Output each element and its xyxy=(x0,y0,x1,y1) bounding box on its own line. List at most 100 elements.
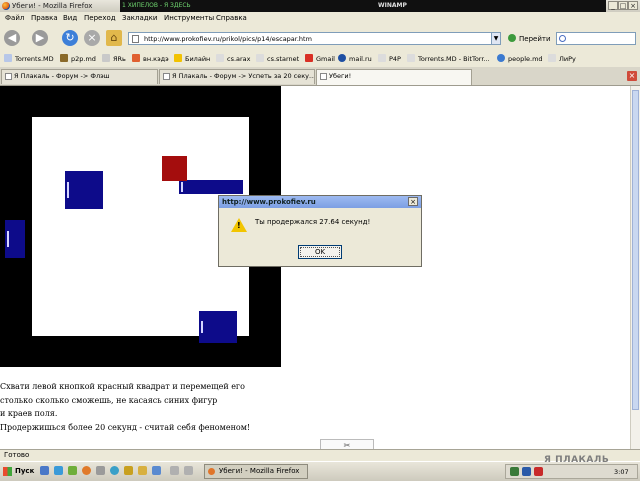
tray-clock: 3:07 xyxy=(614,468,629,476)
tab-strip: Я Плакаль - Форум -> Флэш Я Плакаль - Фо… xyxy=(0,67,640,86)
quicklaunch-app-icon[interactable] xyxy=(96,466,105,475)
instruction-line: Продержишься более 20 секунд - считай се… xyxy=(0,422,251,432)
ok-button[interactable]: OK xyxy=(298,245,342,259)
firefox-icon xyxy=(208,468,215,475)
page-content: Схвати левой кнопкой красный квадрат и п… xyxy=(0,86,630,449)
quicklaunch-app-icon[interactable] xyxy=(68,466,77,475)
stop-icon: × xyxy=(87,31,97,44)
scrollbar-thumb[interactable] xyxy=(632,90,639,410)
system-tray: 3:07 xyxy=(505,464,638,479)
menu-file[interactable]: Файл xyxy=(5,12,24,25)
tray-icon[interactable] xyxy=(534,467,543,476)
quicklaunch-app-icon[interactable] xyxy=(184,466,193,475)
home-button[interactable]: ⌂ xyxy=(106,30,122,46)
menu-edit[interactable]: Правка xyxy=(31,12,58,25)
instruction-line: и краев поля. xyxy=(0,409,58,418)
tab-forum-flash[interactable]: Я Плакаль - Форум -> Флэш xyxy=(1,69,158,84)
overlay-player-name: WINAMP xyxy=(378,2,407,9)
blue-bar-top-right xyxy=(179,180,243,194)
tab-escape[interactable]: Убеги! xyxy=(316,69,472,85)
navigation-toolbar: ◀ ▶ ↻ × ⌂ http://www.prokofiev.ru/prikol… xyxy=(0,25,640,53)
menu-bookmarks[interactable]: Закладки xyxy=(122,12,157,25)
bookmark-cs-arax[interactable]: cs.arax xyxy=(216,52,251,67)
reload-button[interactable]: ↻ xyxy=(62,30,78,46)
menu-go[interactable]: Переход xyxy=(84,12,116,25)
quicklaunch-firefox-icon[interactable] xyxy=(82,466,91,475)
bookmark-liru[interactable]: ЛиРу xyxy=(548,52,576,67)
bookmark-torrents-md[interactable]: Torrents.MD xyxy=(4,52,54,67)
blue-square-bottom-right xyxy=(199,311,237,343)
taskbar-item-label: Убеги! - Mozilla Firefox xyxy=(219,467,300,475)
start-label: Пуск xyxy=(15,467,35,475)
red-square-player[interactable] xyxy=(162,156,187,181)
bookmark-cs-starnet[interactable]: cs.starnet xyxy=(256,52,299,67)
quicklaunch-desktop-icon[interactable] xyxy=(40,466,49,475)
alert-message: Ты продержался 27.64 секунд! xyxy=(255,218,371,226)
alert-title: http://www.prokofiev.ru xyxy=(222,198,316,206)
alert-title-bar[interactable]: http://www.prokofiev.ru xyxy=(219,196,421,208)
menu-help[interactable]: Справка xyxy=(216,12,247,25)
go-label: Перейти xyxy=(519,35,551,43)
quicklaunch-app-icon[interactable] xyxy=(152,466,161,475)
url-bar[interactable]: http://www.prokofiev.ru/prikol/pics/p14/… xyxy=(128,32,492,45)
warning-icon: ! xyxy=(231,218,247,232)
alert-close-button[interactable]: × xyxy=(408,197,418,206)
minimize-button[interactable]: _ xyxy=(608,1,618,10)
forward-button[interactable]: ▶ xyxy=(32,30,48,46)
go-arrow-icon xyxy=(508,34,516,42)
quicklaunch-ie-icon[interactable] xyxy=(54,466,63,475)
people-icon xyxy=(497,54,505,62)
site-watermark: Я ПЛАКАЛЬ xyxy=(544,455,610,465)
partial-image: ✂ xyxy=(320,439,374,449)
vertical-scrollbar[interactable] xyxy=(630,86,640,449)
page-icon xyxy=(407,54,415,62)
bookmark-mail-ru[interactable]: mail.ru xyxy=(338,52,372,67)
bookmark-p2p-md[interactable]: p2p.md xyxy=(60,52,96,67)
alert-dialog: http://www.prokofiev.ru × ! Ты продержал… xyxy=(218,195,422,267)
page-icon xyxy=(132,35,139,43)
bookmark-yarb[interactable]: ЯRь xyxy=(102,52,126,67)
menu-tools[interactable]: Инструменты xyxy=(164,12,214,25)
quicklaunch-globe-icon[interactable] xyxy=(110,466,119,475)
close-tab-button[interactable]: × xyxy=(627,71,637,81)
taskbar-item-firefox[interactable]: Убеги! - Mozilla Firefox xyxy=(204,464,308,479)
page-icon xyxy=(102,54,110,62)
firefox-icon xyxy=(2,2,10,10)
blue-square-top-left xyxy=(65,171,103,209)
bookmark-p4p[interactable]: P4P xyxy=(378,52,401,67)
game-instructions: Схвати левой кнопкой красный квадрат и п… xyxy=(0,380,330,434)
stop-button[interactable]: × xyxy=(84,30,100,46)
arrow-right-icon: ▶ xyxy=(35,31,45,44)
arrow-left-icon: ◀ xyxy=(7,31,17,44)
tray-icon[interactable] xyxy=(522,467,531,476)
back-button[interactable]: ◀ xyxy=(4,30,20,46)
url-dropdown-button[interactable]: ▼ xyxy=(491,32,501,45)
windows-logo-icon xyxy=(3,467,12,476)
status-text: Готово xyxy=(4,451,30,459)
search-input[interactable] xyxy=(556,32,636,45)
go-button[interactable]: Перейти xyxy=(508,33,551,45)
quicklaunch-folder-icon[interactable] xyxy=(124,466,133,475)
url-text: http://www.prokofiev.ru/prikol/pics/p14/… xyxy=(144,35,312,43)
scissors-icon: ✂ xyxy=(343,441,351,449)
page-icon xyxy=(256,54,264,62)
bookmark-gmail[interactable]: Gmail xyxy=(305,52,335,67)
page-icon xyxy=(4,54,12,62)
tab-forum-20-seconds[interactable]: Я Плакаль - Форум -> Успеть за 20 секу..… xyxy=(159,69,315,84)
menu-bar: Файл Правка Вид Переход Закладки Инструм… xyxy=(0,12,640,25)
home-icon: ⌂ xyxy=(110,31,118,44)
bookmark-torrents-md-bittorrent[interactable]: Torrents.MD - BitTorr... xyxy=(407,52,490,67)
close-icon: × xyxy=(628,71,636,80)
close-window-button[interactable]: × xyxy=(628,1,638,10)
quicklaunch-folder-icon[interactable] xyxy=(138,466,147,475)
bookmark-vn-kede[interactable]: вн.кэдэ xyxy=(132,52,169,67)
bookmark-people-md[interactable]: people.md xyxy=(497,52,543,67)
tray-icon[interactable] xyxy=(510,467,519,476)
menu-view[interactable]: Вид xyxy=(63,12,77,25)
media-overlay-bar: 1 ХИПЕЛОВ - Я ЗДЕСЬ WINAMP xyxy=(120,0,606,12)
start-button[interactable]: Пуск xyxy=(1,464,35,479)
blue-bar-left xyxy=(5,220,25,258)
bookmark-beeline[interactable]: Билайн xyxy=(174,52,210,67)
maximize-button[interactable]: □ xyxy=(618,1,628,10)
quicklaunch-app-icon[interactable] xyxy=(170,466,179,475)
